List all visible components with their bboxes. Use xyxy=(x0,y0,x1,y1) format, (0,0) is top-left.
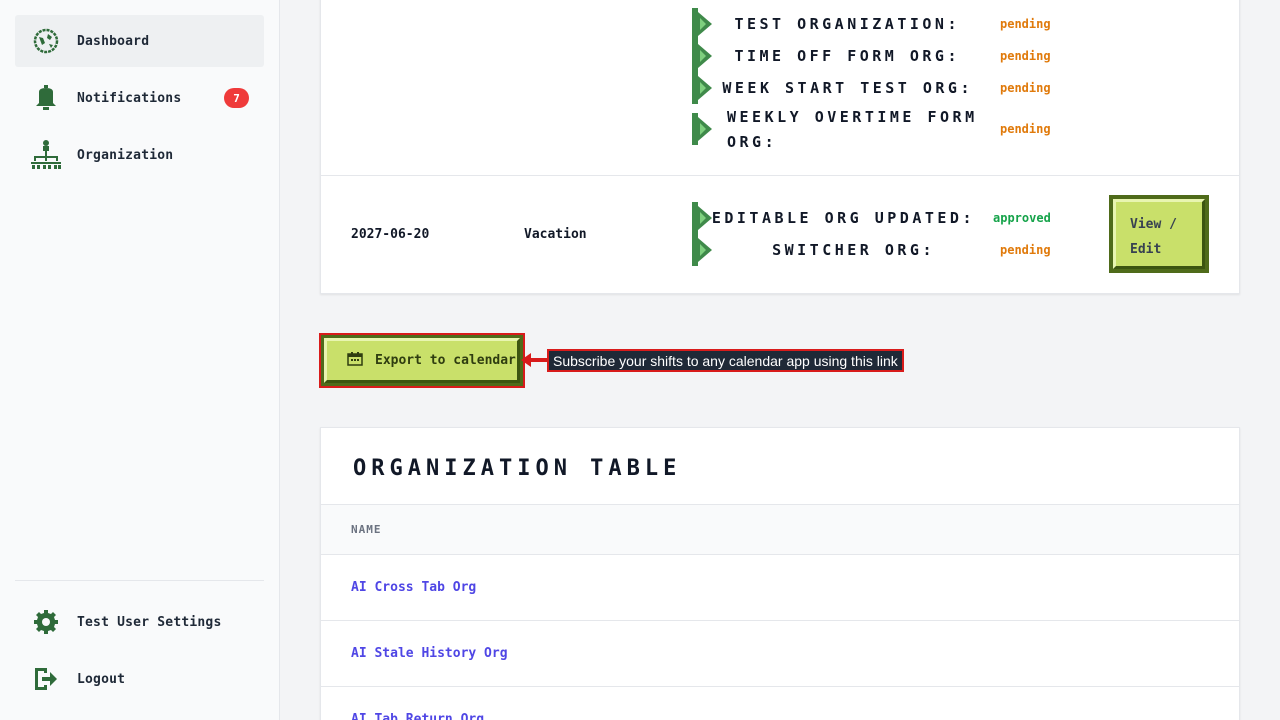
sidebar-item-logout[interactable]: Logout xyxy=(15,653,264,705)
status-pending: pending xyxy=(1000,122,1051,136)
bell-icon xyxy=(30,82,62,114)
flag-icon xyxy=(692,72,712,104)
tooltip-arrow-icon xyxy=(521,353,549,367)
export-button-face: Export to calendar xyxy=(324,338,520,383)
org-link[interactable]: AI Cross Tab Org xyxy=(351,580,476,595)
flag-icon xyxy=(692,202,712,234)
sidebar-item-notifications[interactable]: Notifications 7 xyxy=(15,72,264,124)
table-header: NAME xyxy=(321,504,1239,555)
sidebar-item-dashboard[interactable]: Dashboard xyxy=(15,15,264,67)
status-pending: pending xyxy=(1000,17,1051,31)
status-pending: pending xyxy=(1000,81,1051,95)
status-pending: pending xyxy=(1000,49,1051,63)
sidebar-item-label: Dashboard xyxy=(77,33,150,49)
org-link[interactable]: AI Stale History Org xyxy=(351,646,508,661)
sidebar-item-label: Organization xyxy=(77,147,174,163)
row-divider xyxy=(321,175,1239,176)
view-edit-button[interactable]: View / Edit xyxy=(1109,195,1209,273)
status-approved: approved xyxy=(993,211,1051,225)
org-name: EDITABLE ORG UPDATED: xyxy=(711,209,975,227)
sidebar-item-organization[interactable]: Organization xyxy=(15,129,264,181)
org-name: TIME OFF FORM ORG: xyxy=(734,47,960,65)
status-pending: pending xyxy=(1000,243,1051,257)
org-name: TEST ORGANIZATION: xyxy=(734,15,960,33)
view-edit-label: View / Edit xyxy=(1113,199,1205,269)
request-date: 2027-06-20 xyxy=(351,227,430,242)
flag-icon xyxy=(692,113,712,145)
dashboard-icon xyxy=(30,25,62,57)
sidebar-divider xyxy=(15,580,264,581)
org-name: WEEK START TEST ORG: xyxy=(722,79,973,97)
table-row: AI Stale History Org xyxy=(321,621,1239,687)
export-tooltip: Subscribe your shifts to any calendar ap… xyxy=(547,349,904,372)
calendar-icon xyxy=(347,351,363,370)
column-header-name: NAME xyxy=(351,523,382,536)
org-link[interactable]: AI Tab Return Org xyxy=(351,712,484,720)
org-chart-icon xyxy=(30,139,62,171)
org-name: SWITCHER ORG: xyxy=(772,241,935,259)
flag-icon xyxy=(692,8,712,40)
sidebar-item-settings[interactable]: Test User Settings xyxy=(15,596,264,648)
table-row: AI Tab Return Org xyxy=(321,687,1239,720)
table-row: AI Cross Tab Org xyxy=(321,555,1239,621)
export-button-label: Export to calendar xyxy=(375,353,516,368)
org-name: WEEKLY OVERTIME FORM ORG: xyxy=(727,108,978,151)
sidebar: Dashboard Notifications 7 Organization T… xyxy=(0,0,280,720)
logout-icon xyxy=(30,663,62,695)
organization-table-card: ORGANIZATION TABLE NAME AI Cross Tab Org… xyxy=(320,427,1240,720)
sidebar-item-label: Logout xyxy=(77,671,126,687)
sidebar-item-label: Test User Settings xyxy=(77,614,222,630)
gear-icon xyxy=(30,606,62,638)
sidebar-item-label: Notifications xyxy=(77,90,182,106)
export-to-calendar-button[interactable]: Export to calendar xyxy=(319,333,525,388)
notification-count-badge: 7 xyxy=(224,88,249,108)
table-title: ORGANIZATION TABLE xyxy=(353,456,682,481)
request-type: Vacation xyxy=(524,227,587,242)
flag-icon xyxy=(692,40,712,72)
flag-icon xyxy=(692,234,712,266)
